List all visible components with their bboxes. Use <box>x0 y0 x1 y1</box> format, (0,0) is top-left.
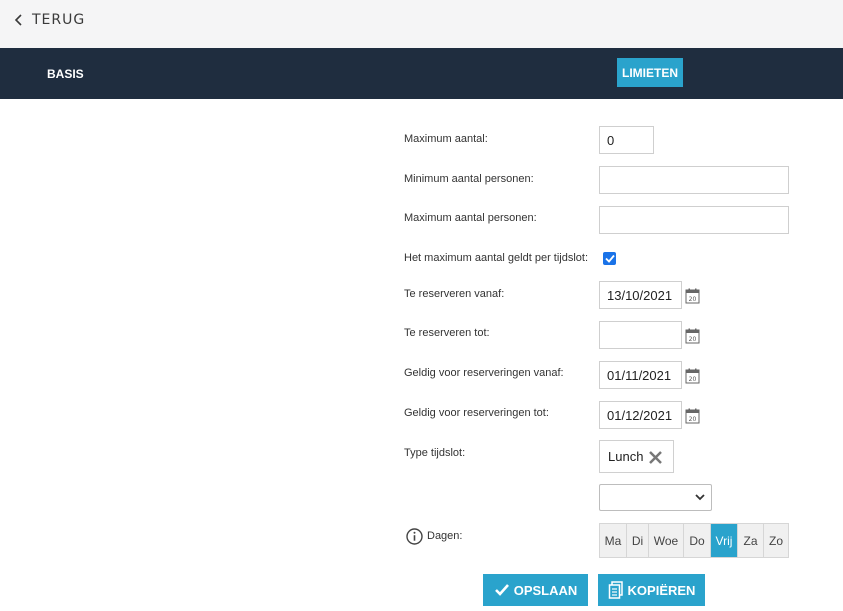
save-button[interactable]: OPSLAAN <box>483 574 588 606</box>
geldig-vanaf-label: Geldig voor reserveringen vanaf: <box>404 367 564 379</box>
copy-icon <box>608 581 623 599</box>
max-aantal-input[interactable]: 0 <box>599 126 654 154</box>
per-tijdslot-label: Het maximum aantal geldt per tijdslot: <box>404 252 589 264</box>
dagen-label: Dagen: <box>427 530 463 542</box>
tijdslot-select[interactable] <box>599 484 712 511</box>
tijdslot-chip-label: Lunch <box>608 449 644 464</box>
back-label: TERUG <box>32 12 86 28</box>
day-zo[interactable]: Zo <box>764 524 788 557</box>
svg-text:20: 20 <box>689 376 697 383</box>
top-bar: TERUG <box>0 0 843 48</box>
geldig-tot-label: Geldig voor reserveringen tot: <box>404 407 549 419</box>
reserveren-vanaf-input[interactable]: 13/10/2021 <box>599 281 682 309</box>
tijdslot-chip: Lunch <box>599 440 674 473</box>
chevron-down-icon <box>695 494 705 501</box>
day-vrij[interactable]: Vrij <box>711 524 738 557</box>
svg-text:20: 20 <box>689 336 697 343</box>
svg-text:20: 20 <box>689 296 697 303</box>
max-personen-input[interactable] <box>599 206 789 234</box>
chevron-left-icon <box>14 14 22 26</box>
calendar-icon[interactable]: 20 <box>685 328 700 344</box>
save-button-label: OPSLAAN <box>513 582 578 598</box>
tab-bar: BASIS LIMIETEN <box>0 48 843 99</box>
geldig-vanaf-input[interactable]: 01/11/2021 <box>599 361 682 389</box>
calendar-icon[interactable]: 20 <box>685 288 700 304</box>
min-personen-input[interactable] <box>599 166 789 194</box>
tab-basis[interactable]: BASIS <box>47 67 84 81</box>
max-personen-label: Maximum aantal personen: <box>404 212 537 224</box>
day-ma[interactable]: Ma <box>600 524 627 557</box>
per-tijdslot-checkbox[interactable] <box>603 252 616 265</box>
max-aantal-label: Maximum aantal: <box>404 133 488 145</box>
day-za[interactable]: Za <box>738 524 764 557</box>
min-personen-label: Minimum aantal personen: <box>404 173 534 185</box>
reserveren-vanaf-label: Te reserveren vanaf: <box>404 288 505 300</box>
reserveren-tot-label: Te reserveren tot: <box>404 327 490 339</box>
calendar-icon[interactable]: 20 <box>685 408 700 424</box>
type-tijdslot-label: Type tijdslot: <box>404 447 466 459</box>
reserveren-tot-input[interactable] <box>599 321 682 349</box>
copy-button[interactable]: KOPIËREN <box>598 574 705 606</box>
tab-limieten[interactable]: LIMIETEN <box>617 58 683 87</box>
close-icon[interactable] <box>648 450 663 465</box>
info-icon <box>406 528 423 545</box>
day-di[interactable]: Di <box>627 524 649 557</box>
svg-text:20: 20 <box>689 416 697 423</box>
calendar-icon[interactable]: 20 <box>685 368 700 384</box>
check-icon <box>604 254 615 263</box>
copy-button-label: KOPIËREN <box>627 582 696 598</box>
back-link[interactable]: TERUG <box>14 12 85 28</box>
day-woe[interactable]: Woe <box>649 524 684 557</box>
days-selector: Ma Di Woe Do Vrij Za Zo <box>599 523 789 558</box>
check-icon <box>494 584 509 596</box>
geldig-tot-input[interactable]: 01/12/2021 <box>599 401 682 429</box>
day-do[interactable]: Do <box>684 524 711 557</box>
